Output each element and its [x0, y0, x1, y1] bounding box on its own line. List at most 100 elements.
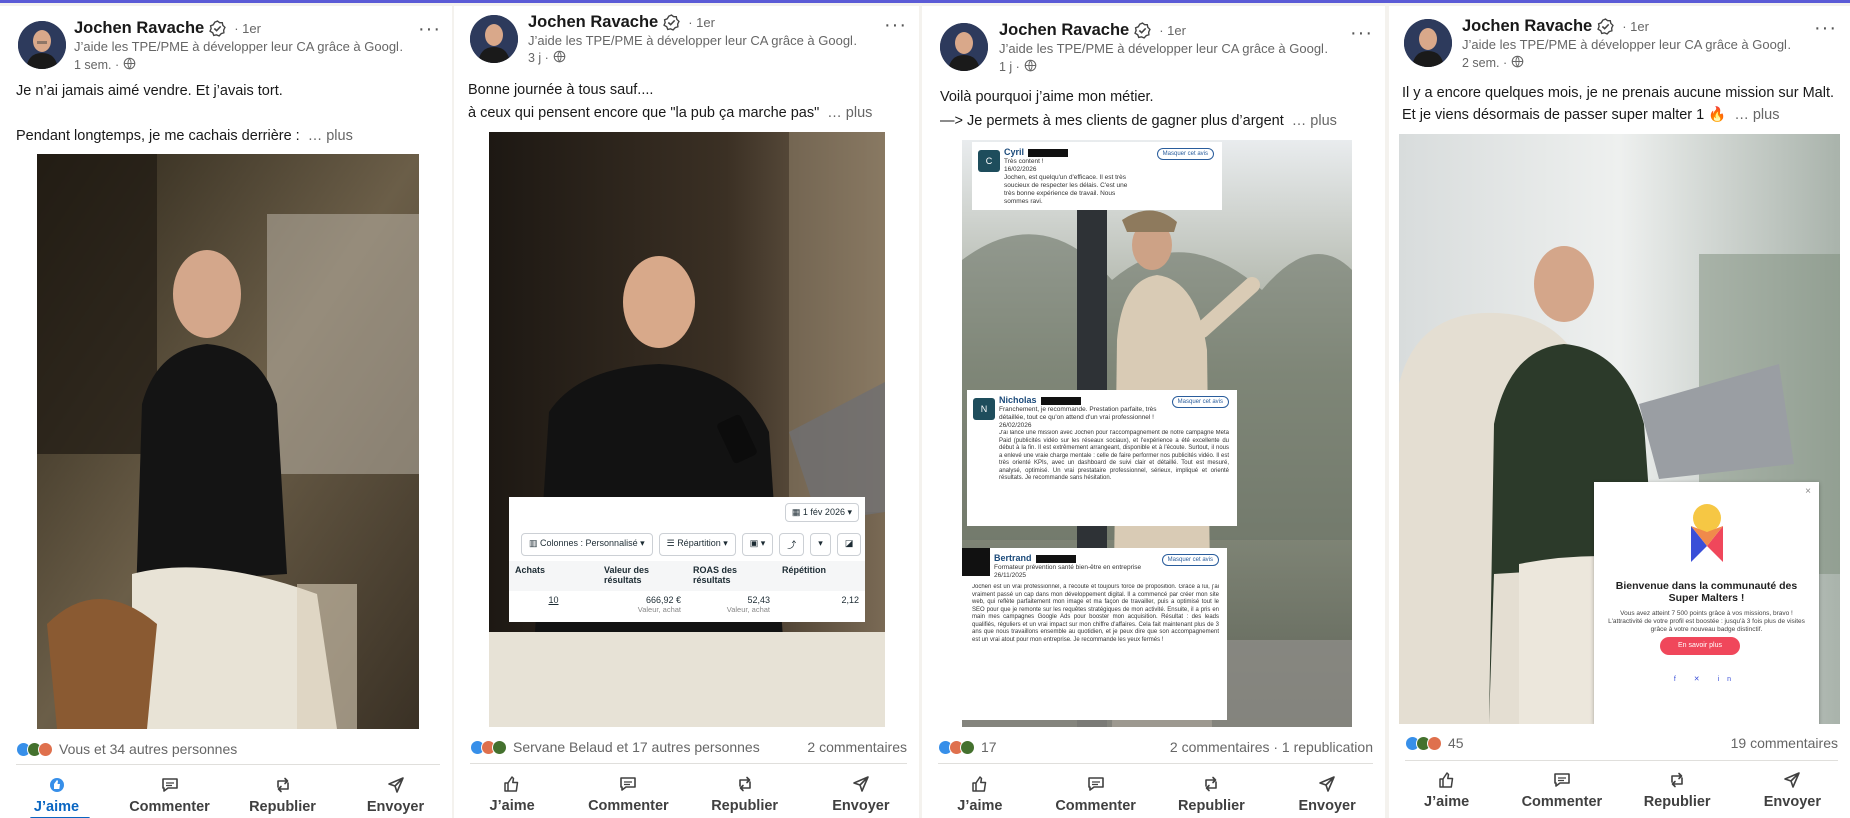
- modal-title: Bienvenue dans la communauté des Super M…: [1615, 580, 1798, 604]
- comment-icon: [620, 777, 637, 791]
- reactions-count: 17: [981, 739, 997, 755]
- avatar[interactable]: [18, 21, 66, 69]
- reactions-count: 45: [1448, 735, 1464, 751]
- author-name[interactable]: Jochen Ravache: [528, 13, 658, 32]
- hide-review-button[interactable]: Masquer cet avis: [1171, 396, 1229, 408]
- repost-button[interactable]: Republier: [695, 774, 795, 814]
- reports-button[interactable]: ▣ ▾: [741, 533, 774, 556]
- reactions-summary[interactable]: 17: [938, 739, 997, 755]
- like-button[interactable]: J’aime: [930, 774, 1030, 814]
- author-tagline: J’aide les TPE/PME à développer leur CA …: [74, 39, 404, 54]
- breakdown-button[interactable]: ☰ Répartition ▾: [658, 533, 736, 556]
- post-photo[interactable]: [37, 154, 419, 729]
- like-button[interactable]: J’aime: [7, 775, 107, 815]
- reactions-text: Servane Belaud et 17 autres personnes: [513, 739, 760, 755]
- reviewer-name: Cyril: [1004, 147, 1025, 157]
- author-name[interactable]: Jochen Ravache: [1462, 17, 1592, 36]
- malt-modal: × Bienvenue dans la communauté des Super…: [1594, 482, 1819, 724]
- learn-more-button[interactable]: En savoir plus: [1660, 637, 1740, 655]
- avatar[interactable]: [940, 23, 988, 71]
- testimonial-card: C Cyril Très content ! 16/02/2026 Jochen…: [972, 142, 1222, 210]
- send-button[interactable]: Envoyer: [346, 775, 446, 815]
- reactions-summary[interactable]: Vous et 34 autres personnes: [16, 741, 237, 757]
- hide-review-button[interactable]: Masquer cet avis: [1161, 554, 1219, 566]
- send-button[interactable]: Envoyer: [1277, 774, 1377, 814]
- modal-text: Vous avez atteint 7 500 points grâce à v…: [1608, 610, 1805, 633]
- comment-button[interactable]: Commenter: [578, 774, 678, 814]
- avatar[interactable]: [470, 15, 518, 63]
- connection-degree: · 1er: [1622, 19, 1649, 34]
- more-dropdown[interactable]: ▾: [810, 533, 831, 556]
- send-button[interactable]: Envoyer: [1742, 770, 1842, 810]
- more-options-icon[interactable]: ···: [1350, 23, 1373, 43]
- post-header: Jochen Ravache · 1er J’aide les TPE/PME …: [1389, 6, 1850, 81]
- columns-button[interactable]: ▥ Colonnes : Personnalisé ▾: [521, 533, 653, 556]
- see-more-link[interactable]: … plus: [1734, 107, 1779, 123]
- send-icon: [387, 777, 404, 793]
- send-label: Envoyer: [832, 798, 890, 814]
- post-photo[interactable]: C Cyril Très content ! 16/02/2026 Jochen…: [962, 140, 1352, 727]
- repost-button[interactable]: Republier: [1161, 774, 1261, 814]
- reactions-text: Vous et 34 autres personnes: [59, 741, 238, 757]
- repost-label: Republier: [1177, 798, 1245, 814]
- repost-label: Republier: [711, 798, 779, 814]
- more-options-icon[interactable]: ···: [1814, 18, 1837, 38]
- hide-review-button[interactable]: Masquer cet avis: [1156, 148, 1214, 160]
- comment-button[interactable]: Commenter: [120, 775, 220, 815]
- more-options-icon[interactable]: ···: [418, 19, 441, 39]
- post-time: 2 sem. ·: [1462, 56, 1508, 70]
- avatar[interactable]: [1404, 19, 1452, 67]
- author-tagline: J’aide les TPE/PME à développer leur CA …: [1462, 37, 1792, 52]
- social-counts: Vous et 34 autres personnes: [16, 741, 440, 757]
- comments-count[interactable]: 19 commentaires: [1731, 735, 1838, 751]
- table-cell[interactable]: 10: [509, 591, 598, 622]
- review-date: 16/02/2026: [1004, 166, 1037, 173]
- send-button[interactable]: Envoyer: [811, 774, 911, 814]
- reviewer-avatar: C: [978, 150, 1000, 172]
- like-icon: [972, 776, 987, 792]
- ads-table-row: 10 666,92 € Valeur, achat 52,43 Valeur, ac…: [509, 591, 865, 622]
- comments-count[interactable]: 2 commentaires · 1 republication: [1170, 739, 1373, 755]
- cell-value: 666,92 €: [645, 595, 681, 605]
- testimonial-card: N Nicholas Franchement, je recommande. P…: [967, 390, 1237, 526]
- verified-icon: [1134, 22, 1152, 39]
- post-time: 3 j ·: [528, 51, 549, 65]
- like-button[interactable]: J’aime: [462, 774, 562, 814]
- redacted-block: [1028, 149, 1069, 158]
- comment-button[interactable]: Commenter: [1046, 774, 1146, 814]
- column-header[interactable]: Valeur des résultats: [598, 561, 687, 591]
- reactions-summary[interactable]: Servane Belaud et 17 autres personnes: [470, 739, 760, 755]
- chart-button[interactable]: ◪: [836, 533, 862, 556]
- like-button[interactable]: J’aime: [1397, 770, 1497, 810]
- post-card: Jochen Ravache · 1er J’aide les TPE/PME …: [454, 6, 919, 818]
- repost-icon: [1671, 772, 1683, 788]
- more-options-icon[interactable]: ···: [884, 15, 907, 35]
- reviewer-avatar: [962, 548, 990, 576]
- column-header[interactable]: Répétition: [776, 561, 865, 591]
- see-more-link[interactable]: … plus: [308, 128, 353, 144]
- date-range-picker[interactable]: ▦ 1 fév 2026 ▾: [784, 503, 859, 522]
- repost-button[interactable]: Republier: [1627, 770, 1727, 810]
- repost-button[interactable]: Republier: [233, 775, 333, 815]
- social-counts: 17 2 commentaires · 1 republication: [938, 739, 1373, 755]
- connection-degree: · 1er: [688, 15, 715, 30]
- column-header[interactable]: Achats: [509, 561, 598, 591]
- post-photo[interactable]: × Bienvenue dans la communauté des Super…: [1399, 134, 1840, 724]
- comments-count[interactable]: 2 commentaires: [807, 739, 907, 755]
- author-name[interactable]: Jochen Ravache: [74, 19, 204, 38]
- redacted-block: [1040, 397, 1081, 406]
- comment-button[interactable]: Commenter: [1512, 770, 1612, 810]
- social-share-icons[interactable]: f ✕ in: [1594, 675, 1819, 683]
- send-icon: [1319, 776, 1335, 792]
- post-photo[interactable]: ▦ 1 fév 2026 ▾ ▥ Colonnes : Personnalisé…: [489, 132, 885, 727]
- divider: [938, 763, 1373, 764]
- column-header[interactable]: ROAS des résultats: [687, 561, 776, 591]
- comment-icon: [161, 778, 178, 792]
- post-card: Jochen Ravache · 1er J’aide les TPE/PME …: [922, 6, 1385, 818]
- see-more-link[interactable]: … plus: [1292, 113, 1337, 129]
- close-icon[interactable]: ×: [1805, 486, 1811, 497]
- see-more-link[interactable]: … plus: [827, 105, 872, 121]
- reactions-summary[interactable]: 45: [1405, 735, 1464, 751]
- export-button[interactable]: ⤴: [779, 533, 805, 556]
- author-name[interactable]: Jochen Ravache: [999, 21, 1129, 40]
